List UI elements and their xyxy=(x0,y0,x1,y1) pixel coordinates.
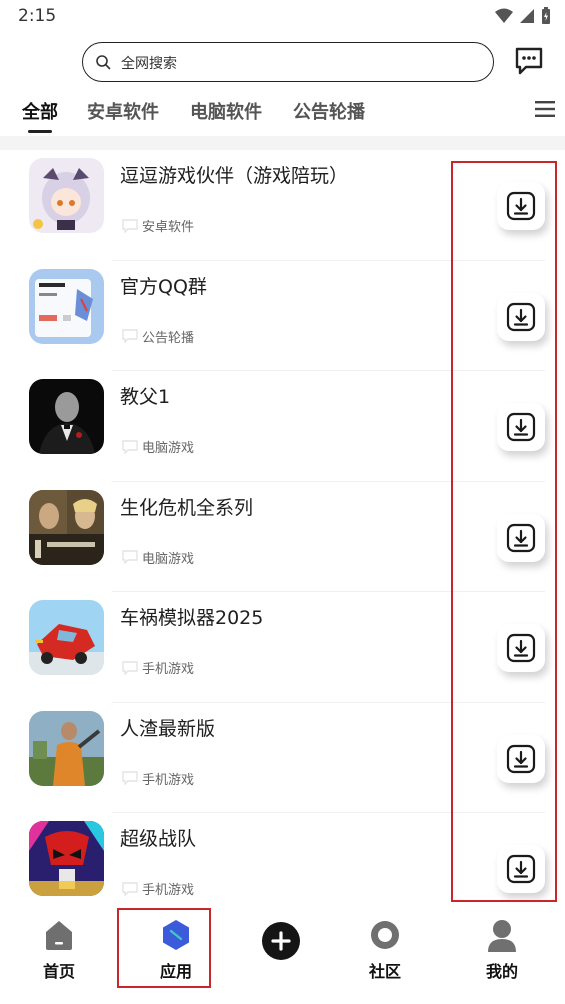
comment-icon xyxy=(122,329,138,343)
qq-group-notice-icon xyxy=(29,268,104,344)
search-input[interactable]: 全网搜索 xyxy=(82,42,494,82)
app-category: 手机游戏 xyxy=(122,769,194,788)
anime-girl-icon xyxy=(29,158,104,233)
app-title: 教父1 xyxy=(120,386,171,408)
nav-community[interactable]: 社区 xyxy=(345,918,425,982)
app-title: 车祸模拟器2025 xyxy=(120,607,264,629)
bottom-nav: 首页 应用 社区 我的 xyxy=(0,904,565,1004)
app-category-label: 手机游戏 xyxy=(142,883,195,898)
search-placeholder: 全网搜索 xyxy=(121,56,177,72)
wifi-icon xyxy=(495,8,513,23)
comment-icon xyxy=(122,439,138,454)
resident-evil-icon xyxy=(29,489,104,565)
tab-all[interactable]: 全部 xyxy=(22,98,58,124)
message-icon[interactable] xyxy=(512,44,546,78)
car-crash-icon xyxy=(29,600,104,675)
nav-home[interactable]: 首页 xyxy=(19,918,99,982)
app-title: 官方QQ群 xyxy=(120,275,207,298)
app-title: 逗逗游戏伙伴（游戏陪玩） xyxy=(120,165,349,187)
plus-icon xyxy=(271,931,291,951)
app-category: 安卓软件 xyxy=(122,216,194,235)
comment-icon xyxy=(122,218,138,233)
nav-home-label: 首页 xyxy=(42,962,75,981)
app-category: 电脑游戏 xyxy=(122,548,194,567)
scum-icon xyxy=(29,710,104,786)
section-divider xyxy=(0,136,565,150)
comment-icon xyxy=(122,660,138,675)
app-category-label: 公告轮播 xyxy=(142,330,195,346)
nav-mine[interactable]: 我的 xyxy=(462,918,542,982)
add-button[interactable] xyxy=(262,922,300,960)
comment-icon xyxy=(122,771,138,785)
comment-icon xyxy=(122,881,138,896)
tab-android-software[interactable]: 安卓软件 xyxy=(87,98,159,124)
app-category-label: 手机游戏 xyxy=(142,772,195,788)
profile-icon xyxy=(488,920,516,952)
app-category-label: 手机游戏 xyxy=(142,662,195,677)
app-category-label: 电脑游戏 xyxy=(142,551,195,567)
menu-icon[interactable] xyxy=(535,100,555,118)
app-category: 手机游戏 xyxy=(122,658,194,677)
home-icon xyxy=(46,921,72,950)
app-category: 公告轮播 xyxy=(122,327,194,346)
search-icon xyxy=(96,55,111,70)
app-category-label: 电脑游戏 xyxy=(142,441,195,456)
active-tab-indicator xyxy=(28,130,52,133)
tab-announcements[interactable]: 公告轮播 xyxy=(293,98,365,124)
app-category: 手机游戏 xyxy=(122,879,194,898)
app-title: 生化危机全系列 xyxy=(120,496,254,519)
comment-icon xyxy=(122,550,138,564)
app-title: 超级战队 xyxy=(120,828,197,850)
status-icons xyxy=(495,7,551,25)
godfather-icon xyxy=(29,379,104,454)
category-tabs: 全部 安卓软件 电脑软件 公告轮播 xyxy=(0,94,565,134)
apps-tab-highlight xyxy=(117,908,211,988)
app-category: 电脑游戏 xyxy=(122,437,194,456)
signal-icon xyxy=(520,9,534,23)
app-title: 人渣最新版 xyxy=(120,717,216,740)
status-time: 2:15 xyxy=(18,6,57,26)
tab-pc-software[interactable]: 电脑软件 xyxy=(190,98,262,124)
battery-icon xyxy=(542,7,550,24)
super-sentai-icon xyxy=(29,821,104,896)
community-icon xyxy=(371,921,399,949)
nav-mine-label: 我的 xyxy=(485,962,518,981)
download-column-highlight xyxy=(451,161,557,902)
app-category-label: 安卓软件 xyxy=(142,220,195,235)
nav-community-label: 社区 xyxy=(368,962,401,981)
status-bar: 2:15 xyxy=(0,0,565,32)
